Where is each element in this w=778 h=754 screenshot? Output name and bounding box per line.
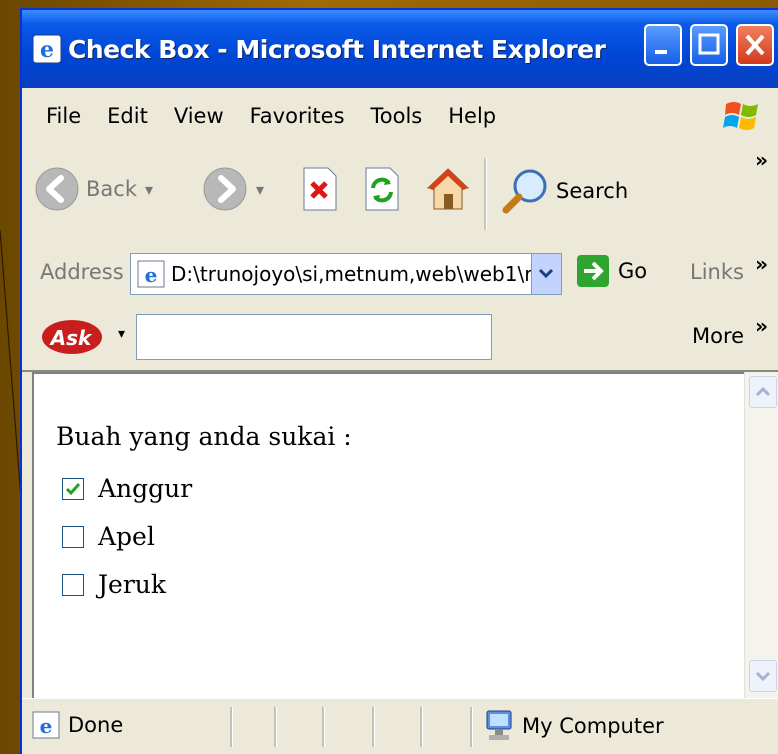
chevron-down-icon (538, 268, 554, 279)
scroll-up-button[interactable] (749, 376, 777, 408)
forward-dropdown-icon[interactable]: ▾ (256, 180, 264, 199)
more-overflow-icon[interactable]: » (755, 314, 768, 338)
home-icon (426, 168, 470, 210)
status-separator (322, 707, 325, 747)
address-value: D:\trunojoyo\si,metnum,web\web1\r (171, 262, 533, 286)
option-label: Apel (98, 522, 155, 551)
menu-favorites[interactable]: Favorites (250, 104, 345, 128)
ask-dropdown-icon[interactable]: ▾ (118, 326, 125, 342)
ask-toolbar: Ask ▾ More » (22, 304, 778, 372)
browser-window: e Check Box - Microsoft Internet Explore… (20, 8, 778, 754)
menu-bar: File Edit View Favorites Tools Help (22, 88, 778, 145)
checkbox-anggur[interactable] (62, 477, 84, 500)
home-button[interactable] (424, 166, 472, 212)
links-overflow-icon[interactable]: » (755, 252, 768, 276)
page-icon: e (137, 260, 165, 288)
menu-help[interactable]: Help (448, 104, 496, 128)
status-separator (274, 707, 277, 747)
search-label: Search (556, 179, 629, 203)
windows-logo-icon (723, 102, 758, 130)
go-arrow-icon (577, 255, 609, 287)
menu-file[interactable]: File (46, 104, 81, 128)
ask-logo-icon[interactable]: Ask (40, 318, 104, 356)
vertical-scrollbar[interactable] (744, 372, 778, 698)
address-bar: Address e D:\trunojoyo\si,metnum,web\web… (22, 244, 778, 305)
refresh-button[interactable] (362, 166, 402, 212)
back-dropdown-icon[interactable]: ▾ (145, 180, 153, 199)
stop-icon (303, 167, 337, 211)
close-button[interactable] (736, 24, 774, 66)
page-icon: e (32, 711, 60, 739)
minimize-button[interactable] (644, 24, 682, 66)
back-arrow-icon (35, 167, 79, 211)
minimize-icon (655, 50, 667, 54)
status-separator (230, 707, 233, 747)
address-input[interactable]: e D:\trunojoyo\si,metnum,web\web1\r (130, 253, 562, 295)
more-label[interactable]: More (692, 324, 744, 348)
option-jeruk[interactable]: Jeruk (62, 570, 166, 599)
title-bar[interactable]: e Check Box - Microsoft Internet Explore… (22, 10, 778, 88)
toolbar-overflow-icon[interactable]: » (755, 148, 768, 172)
stop-button[interactable] (300, 166, 340, 212)
checkmark-icon (65, 482, 81, 495)
status-separator (420, 707, 423, 747)
computer-icon (486, 710, 512, 740)
search-icon (502, 169, 547, 214)
standard-toolbar: Back ▾ ▾ Search » (22, 144, 778, 245)
forward-arrow-icon (203, 167, 247, 211)
svg-text:Ask: Ask (49, 326, 93, 350)
option-apel[interactable]: Apel (62, 522, 155, 551)
status-separator (470, 707, 473, 747)
go-button[interactable]: Go (576, 254, 647, 288)
status-done: e Done (32, 711, 123, 739)
ie-logo-icon: e (32, 34, 62, 64)
toolbar-separator (484, 158, 487, 230)
refresh-icon (365, 167, 399, 211)
forward-button[interactable]: ▾ (202, 166, 264, 212)
option-label: Jeruk (98, 570, 167, 599)
svg-text:e: e (145, 263, 158, 287)
menu-view[interactable]: View (174, 104, 224, 128)
status-zone: My Computer (484, 709, 664, 743)
address-dropdown-button[interactable] (531, 254, 561, 294)
search-button[interactable]: Search (500, 166, 628, 216)
page-content: Buah yang anda sukai : Anggur Apel Jeruk (32, 372, 744, 698)
window-title: Check Box - Microsoft Internet Explorer (68, 34, 606, 64)
status-separator (372, 707, 375, 747)
status-text: Done (68, 713, 124, 737)
checkbox-jeruk[interactable] (62, 573, 84, 596)
svg-text:e: e (40, 714, 53, 738)
status-zone-text: My Computer (522, 714, 664, 738)
maximize-button[interactable] (690, 24, 728, 66)
svg-text:e: e (40, 37, 54, 63)
menu-edit[interactable]: Edit (107, 104, 148, 128)
back-button[interactable]: Back ▾ (34, 166, 153, 212)
option-anggur[interactable]: Anggur (62, 474, 192, 503)
back-label: Back (86, 177, 137, 201)
checkbox-apel[interactable] (62, 525, 84, 548)
address-label: Address (40, 260, 124, 284)
menu-tools[interactable]: Tools (371, 104, 423, 128)
option-label: Anggur (98, 474, 193, 503)
go-label: Go (618, 259, 648, 283)
chevron-down-icon (755, 671, 771, 682)
links-label[interactable]: Links (690, 260, 744, 284)
scroll-down-button[interactable] (749, 660, 777, 692)
ask-search-input[interactable] (136, 314, 492, 360)
close-icon (745, 34, 765, 56)
chevron-up-icon (755, 386, 771, 397)
status-bar: e Done My Computer (22, 698, 778, 754)
maximize-icon (698, 33, 720, 55)
prompt-text: Buah yang anda sukai : (56, 422, 352, 451)
